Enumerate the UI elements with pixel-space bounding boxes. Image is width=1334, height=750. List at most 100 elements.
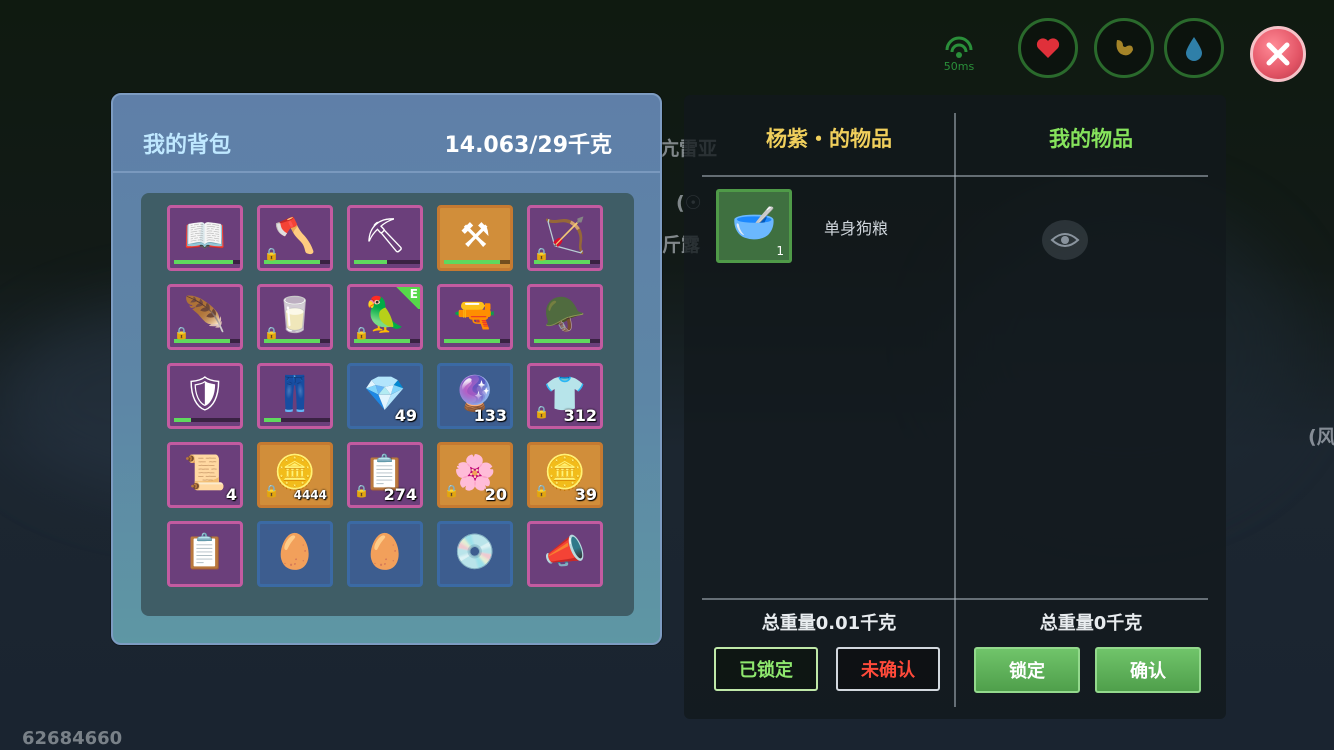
item-count: 39 (574, 485, 597, 504)
inventory-slot[interactable]: 📜 4 (167, 442, 243, 508)
backpack-panel: 我的背包 14.063/29千克 📖 🪓 🔒 ⛏ ⚒ 🏹 🔒 🪶 🔒 🥛 🔒 🦜 E 🔒 🔫 🪖 🛡 👖 💎 49 🔮 1… (111, 93, 662, 645)
lock-icon: 🔒 (174, 326, 189, 340)
inventory-slot[interactable]: 🥚 (257, 521, 333, 587)
helmet-icon: 🪖 (543, 294, 587, 335)
item-count: 274 (383, 485, 417, 504)
inventory-slot[interactable]: 🔮 133 (437, 363, 513, 429)
heart-icon (1031, 31, 1065, 65)
backpack-grid: 📖 🪓 🔒 ⛏ ⚒ 🏹 🔒 🪶 🔒 🥛 🔒 🦜 E 🔒 🔫 🪖 🛡 👖 💎 49 🔮 133 👕 🔒 312 📜 4 🪙 🔒 4444 📋 🔒… (167, 205, 603, 587)
their-unconfirmed-status: 未确认 (836, 647, 940, 691)
inventory-slot[interactable]: 🦜 E 🔒 (347, 284, 423, 350)
lock-icon: 🔒 (264, 247, 279, 261)
ping-value: 50ms (943, 60, 975, 73)
durability-bar (264, 418, 330, 422)
their-offer-slot[interactable]: 🥣 1 (716, 189, 792, 263)
inventory-slot[interactable]: ⚒ (437, 205, 513, 271)
trade-panel: 杨紫・的物品 我的物品 🥣 1 单身狗粮 总重量0.01千克 总重量0千克 已锁… (684, 95, 1226, 719)
durability-bar (534, 339, 600, 343)
item-count: 20 (484, 485, 507, 504)
my-total-weight: 总重量0千克 (1039, 613, 1143, 634)
backpack-weight: 14.063/29千克 (444, 133, 612, 158)
leg-armor-icon: 👖 (273, 373, 317, 414)
inventory-slot[interactable]: 🌸 🔒 20 (437, 442, 513, 508)
item-count: 4444 (293, 488, 327, 502)
hunger-meter (1094, 18, 1154, 78)
equipped-badge: E (394, 287, 420, 309)
inventory-slot[interactable]: 🔫 (437, 284, 513, 350)
close-button[interactable] (1250, 26, 1306, 82)
book-icon: 📖 (183, 215, 227, 256)
inventory-slot[interactable]: 🪙 🔒 39 (527, 442, 603, 508)
inventory-slot[interactable]: 🪖 (527, 284, 603, 350)
chest-armor-icon: 🛡 (183, 373, 227, 414)
inventory-slot[interactable]: 🥛 🔒 (257, 284, 333, 350)
item-count: 312 (563, 406, 597, 425)
crossbow-icon: 🏹 (543, 215, 587, 256)
health-meter (1018, 18, 1078, 78)
inventory-slot[interactable]: 🛡 (167, 363, 243, 429)
lock-icon: 🔒 (534, 405, 549, 419)
inventory-slot[interactable]: 💿 (437, 521, 513, 587)
durability-bar (444, 260, 510, 264)
inventory-slot[interactable]: 👖 (257, 363, 333, 429)
divider (702, 598, 1208, 600)
pickaxe-icon: ⛏ (363, 215, 407, 256)
durability-bar (174, 260, 240, 264)
lock-icon: 🔒 (354, 484, 369, 498)
item-count: 49 (394, 406, 417, 425)
durability-bar (174, 418, 240, 422)
inventory-slot[interactable]: ⛏ (347, 205, 423, 271)
signal-icon (945, 36, 973, 58)
inventory-slot[interactable]: 💎 49 (347, 363, 423, 429)
item-count: 4 (225, 485, 237, 504)
item-count: 133 (473, 406, 507, 425)
my-items-title: 我的物品 (1049, 127, 1133, 151)
confirm-button[interactable]: 确认 (1095, 647, 1201, 693)
durability-bar (354, 260, 420, 264)
inventory-slot[interactable]: 🪙 🔒 4444 (257, 442, 333, 508)
pickaxe-gold-icon: ⚒ (459, 215, 491, 256)
their-items-title: 杨紫・的物品 (766, 127, 892, 151)
ping-indicator: 50ms (937, 36, 981, 76)
gold-coin-icon: 🪙 (273, 452, 317, 493)
inventory-slot[interactable]: 🪶 🔒 (167, 284, 243, 350)
inventory-slot[interactable]: 📖 (167, 205, 243, 271)
close-icon (1266, 42, 1290, 66)
their-locked-status: 已锁定 (714, 647, 818, 691)
teal-egg-icon: 🥚 (363, 531, 407, 572)
inventory-slot[interactable]: 📣 (527, 521, 603, 587)
lock-button[interactable]: 锁定 (974, 647, 1080, 693)
feather-icon: 🪶 (183, 294, 227, 335)
their-total-weight: 总重量0.01千克 (761, 613, 897, 634)
thirst-meter (1164, 18, 1224, 78)
megaphone-icon: 📣 (543, 531, 587, 572)
lock-icon: 🔒 (264, 326, 279, 340)
inventory-slot[interactable]: 🪓 🔒 (257, 205, 333, 271)
lock-icon: 🔒 (264, 484, 279, 498)
inventory-slot[interactable]: 🏹 🔒 (527, 205, 603, 271)
inventory-slot[interactable]: 📋 (167, 521, 243, 587)
wanted-poster-icon: 📋 (183, 531, 227, 572)
backpack-grid-scroll[interactable]: 📖 🪓 🔒 ⛏ ⚒ 🏹 🔒 🪶 🔒 🥛 🔒 🦜 E 🔒 🔫 🪖 🛡 👖 💎 49 🔮 133 👕 🔒 312 📜 4 🪙 🔒 4444 📋 🔒… (141, 193, 634, 616)
divider (113, 171, 660, 173)
inventory-slot[interactable]: 🥚 (347, 521, 423, 587)
their-offer-name: 单身狗粮 (824, 219, 889, 238)
stomach-icon (1107, 31, 1141, 65)
item-count: 1 (776, 244, 784, 258)
rifle-icon: 🔫 (453, 294, 497, 335)
lock-icon: 🔒 (534, 484, 549, 498)
durability-bar (444, 339, 510, 343)
milk-carton-icon: 🥛 (273, 294, 317, 335)
backpack-header: 我的背包 14.063/29千克 (113, 95, 660, 175)
inventory-slot[interactable]: 👕 🔒 312 (527, 363, 603, 429)
eye-icon[interactable] (1042, 220, 1088, 260)
dog-food-bowl-icon: 🥣 (731, 203, 777, 245)
player-id: 62684660 (22, 728, 123, 749)
scythe-icon: 🪓 (273, 215, 317, 256)
disc-icon: 💿 (453, 531, 497, 572)
background-nameplate: (风 (1308, 426, 1334, 448)
inventory-slot[interactable]: 📋 🔒 274 (347, 442, 423, 508)
lock-icon: 🔒 (534, 247, 549, 261)
teal-egg-icon: 🥚 (273, 531, 317, 572)
lock-icon: 🔒 (354, 326, 369, 340)
